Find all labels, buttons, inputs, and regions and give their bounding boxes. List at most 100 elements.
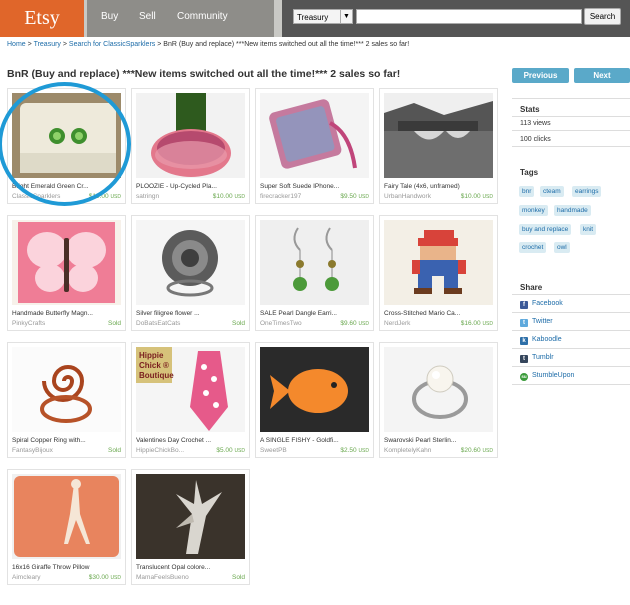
item-card[interactable]: Handmade Butterfly Magn... PinkyCrafts S… [7, 215, 126, 331]
divider [512, 312, 630, 313]
tag-buy-and-replace[interactable]: buy and replace [519, 224, 572, 235]
item-title[interactable]: Cross-Stitched Mario Ca... [384, 310, 495, 317]
item-seller[interactable]: MamaFeelsBueno [136, 574, 189, 581]
item-card[interactable]: PLOOZIE - Up-Cycled Pla... satringn $10.… [131, 88, 250, 204]
tag-crochet[interactable]: crochet [519, 242, 547, 253]
next-button[interactable]: Next [574, 68, 630, 83]
item-card[interactable]: 16x16 Giraffe Throw Pillow Aimcleary $30… [7, 469, 126, 585]
green-earrings-icon[interactable] [12, 93, 121, 178]
tag-cteam[interactable]: cteam [540, 186, 564, 197]
opal-leaf-icon[interactable] [136, 474, 245, 559]
butterfly-icon[interactable] [12, 220, 121, 305]
chevron-down-icon[interactable]: ▼ [340, 10, 352, 23]
item-seller[interactable]: PinkyCrafts [12, 320, 45, 327]
pearl-ring-icon[interactable] [384, 347, 493, 432]
twitter-icon: t [520, 319, 528, 327]
item-seller[interactable]: satringn [136, 193, 159, 200]
breadcrumb-search[interactable]: Search for ClassicSparklers [69, 41, 155, 48]
share-twitter[interactable]: t Twitter [520, 318, 553, 327]
item-title[interactable]: Swarovski Pearl Sterlin... [384, 437, 495, 444]
currency-label: USD [234, 194, 245, 200]
item-card[interactable]: A SINGLE FISHY - Goldfi... SweetPB $2.50… [255, 342, 374, 458]
item-card[interactable]: Bright Emerald Green Cr... ClassicSparkl… [7, 88, 126, 204]
copper-ring-icon[interactable] [12, 347, 121, 432]
item-card[interactable]: Cross-Stitched Mario Ca... NerdJerk $16.… [379, 215, 498, 331]
breadcrumb-separator: > [62, 41, 67, 48]
item-title[interactable]: Translucent Opal colore... [136, 564, 247, 571]
search-input[interactable] [356, 9, 582, 24]
tag-handmade[interactable]: handmade [554, 205, 591, 216]
share-facebook[interactable]: f Facebook [520, 300, 563, 309]
bottle-cozy-icon[interactable] [136, 93, 245, 178]
item-seller[interactable]: FantasyBijoux [12, 447, 53, 454]
share-stumbleupon[interactable]: su StumbleUpon [520, 372, 574, 381]
item-seller[interactable]: OneTimesTwo [260, 320, 302, 327]
item-title[interactable]: Bright Emerald Green Cr... [12, 183, 123, 190]
search-category-select[interactable]: Treasury ▼ [293, 9, 353, 24]
giraffe-pillow-icon[interactable] [12, 474, 121, 559]
item-card[interactable]: Translucent Opal colore... MamaFeelsBuen… [131, 469, 250, 585]
item-title[interactable]: Spiral Copper Ring with... [12, 437, 123, 444]
share-tumblr[interactable]: t Tumblr [520, 354, 554, 363]
main-nav: Buy Sell Community [87, 0, 274, 37]
item-seller[interactable]: NerdJerk [384, 320, 410, 327]
nav-buy[interactable]: Buy [101, 11, 118, 22]
item-card[interactable]: SALE Pearl Dangle Earri... OneTimesTwo $… [255, 215, 374, 331]
etsy-logo[interactable]: Etsy [0, 0, 84, 37]
item-title[interactable]: PLOOZIE - Up-Cycled Pla... [136, 183, 247, 190]
item-seller[interactable]: ClassicSparklers [12, 193, 60, 200]
item-card[interactable]: Swarovski Pearl Sterlin... KompletelyKah… [379, 342, 498, 458]
bridge-photo-icon[interactable] [384, 93, 493, 178]
stats-heading: Stats [520, 105, 540, 114]
item-title[interactable]: Super Soft Suede IPhone... [260, 183, 371, 190]
item-title[interactable]: Silver filigree flower ... [136, 310, 247, 317]
item-seller[interactable]: UrbanHandwork [384, 193, 431, 200]
hippie-chick-label: Hippie [139, 351, 164, 360]
divider [512, 98, 630, 99]
item-card[interactable]: Super Soft Suede IPhone... firecracker19… [255, 88, 374, 204]
item-title[interactable]: Handmade Butterfly Magn... [12, 310, 123, 317]
knit-case-icon[interactable] [260, 93, 369, 178]
pearl-earrings-icon[interactable] [260, 220, 369, 305]
item-title[interactable]: A SINGLE FISHY - Goldfi... [260, 437, 371, 444]
item-seller[interactable]: HippieChickBo... [136, 447, 184, 454]
price-value: $10.00 [460, 193, 481, 200]
share-label: Tumblr [532, 354, 554, 361]
mario-cross-stitch-icon[interactable] [384, 220, 493, 305]
share-kaboodle[interactable]: k Kaboodle [520, 336, 562, 345]
item-card[interactable]: Silver filigree flower ... DoBatsEatCats… [131, 215, 250, 331]
nav-community[interactable]: Community [177, 11, 228, 22]
item-title[interactable]: SALE Pearl Dangle Earri... [260, 310, 371, 317]
breadcrumb-home[interactable]: Home [7, 41, 26, 48]
price-value: $30.00 [88, 574, 109, 581]
share-label: Facebook [532, 300, 563, 307]
tag-earrings[interactable]: earrings [572, 186, 602, 197]
item-seller[interactable]: KompletelyKahn [384, 447, 431, 454]
item-card[interactable]: Hippie Chick ® Boutique Valentines Day C… [131, 342, 250, 458]
item-seller[interactable]: DoBatsEatCats [136, 320, 180, 327]
item-title[interactable]: Valentines Day Crochet ... [136, 437, 247, 444]
filigree-ring-icon[interactable] [136, 220, 245, 305]
tag-bnr[interactable]: bnr [519, 186, 535, 197]
item-card[interactable]: Fairy Tale (4x6, unframed) UrbanHandwork… [379, 88, 498, 204]
tag-knit[interactable]: knit [580, 224, 597, 235]
item-card[interactable]: Spiral Copper Ring with... FantasyBijoux… [7, 342, 126, 458]
sold-label: Sold [107, 447, 121, 454]
stumbleupon-icon: su [520, 373, 528, 381]
currency-label: USD [358, 194, 369, 200]
tag-monkey[interactable]: monkey [519, 205, 548, 216]
previous-button[interactable]: Previous [512, 68, 569, 83]
goldfish-icon[interactable] [260, 347, 369, 432]
nav-sell[interactable]: Sell [139, 11, 156, 22]
item-seller[interactable]: SweetPB [260, 447, 287, 454]
breadcrumb-treasury[interactable]: Treasury [34, 41, 61, 48]
item-title[interactable]: 16x16 Giraffe Throw Pillow [12, 564, 123, 571]
hippie-chick-label: Chick ® [139, 361, 169, 370]
crochet-tie-icon[interactable]: Hippie Chick ® Boutique [136, 347, 245, 432]
tag-owl[interactable]: owl [554, 242, 570, 253]
item-seller[interactable]: Aimcleary [12, 574, 41, 581]
divider [512, 294, 630, 295]
item-title[interactable]: Fairy Tale (4x6, unframed) [384, 183, 495, 190]
item-seller[interactable]: firecracker197 [260, 193, 301, 200]
search-button[interactable]: Search [584, 8, 621, 25]
